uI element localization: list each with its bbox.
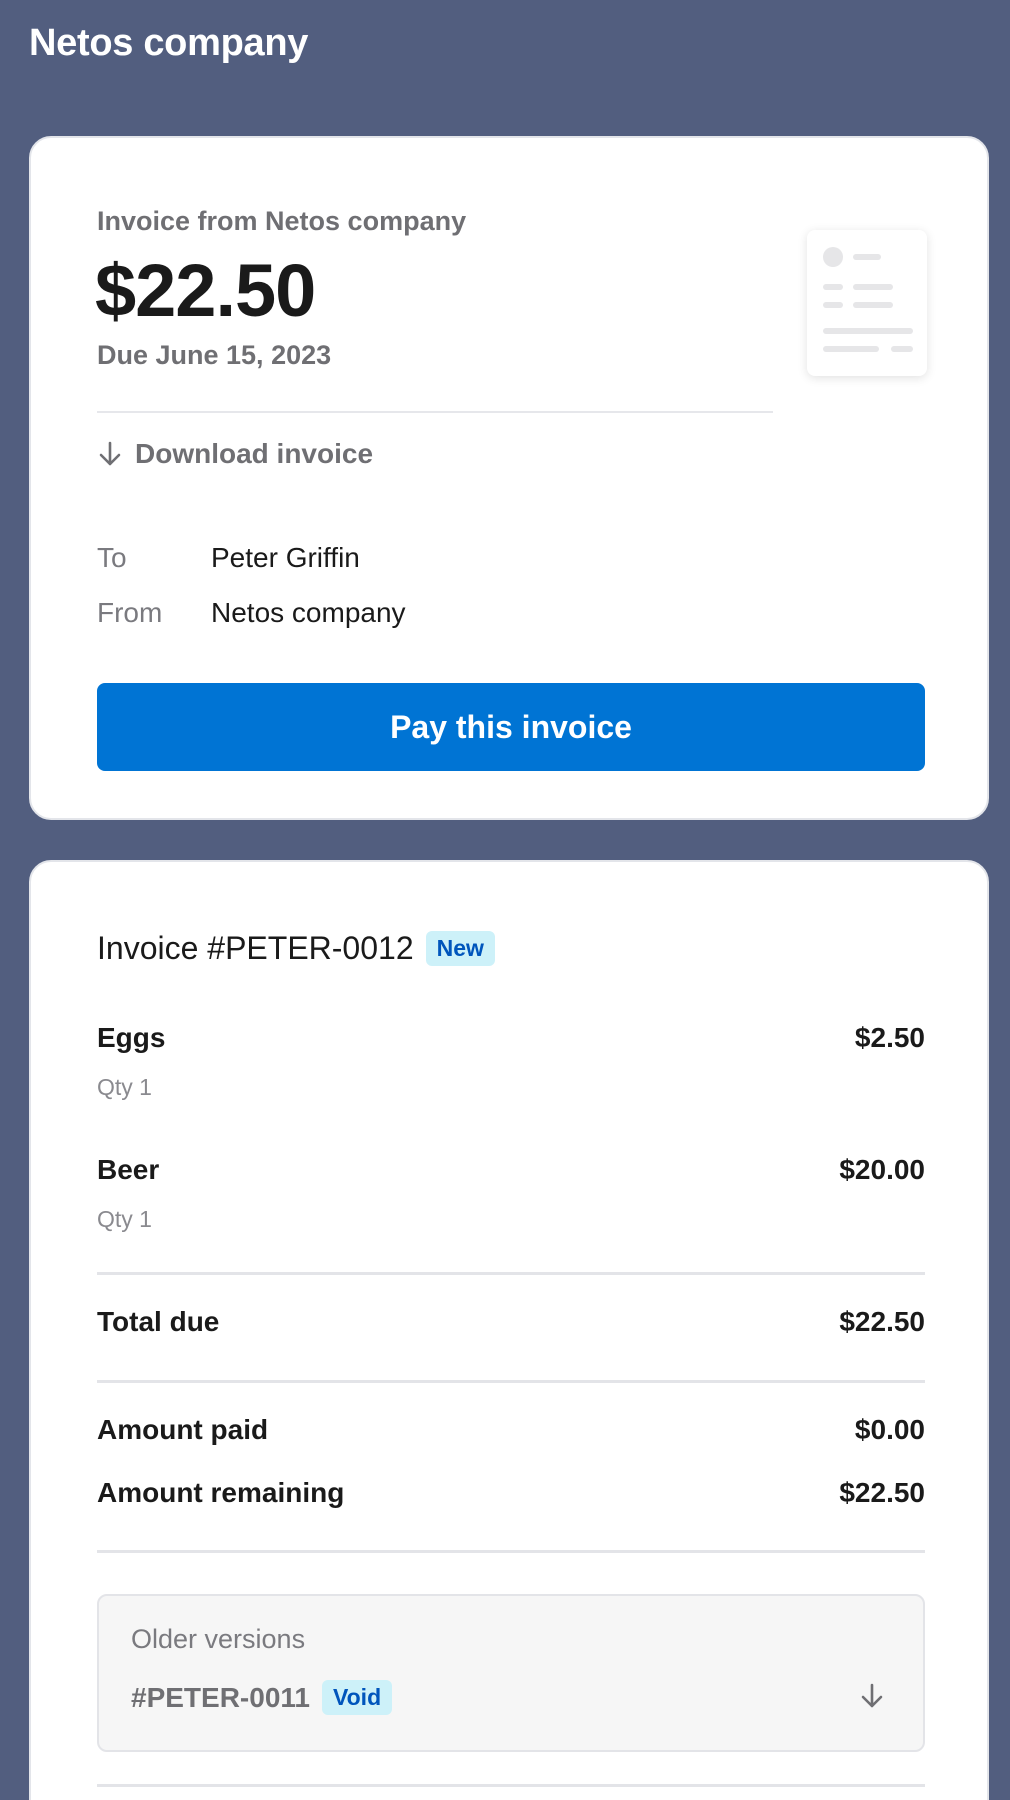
download-invoice-link[interactable]: Download invoice [97, 438, 373, 470]
amount-paid-label: Amount paid [97, 1414, 269, 1445]
invoice-from-label: Invoice from Netos company [97, 206, 467, 236]
summary-divider [97, 411, 773, 413]
line-item-name: Beer [97, 1154, 160, 1185]
older-versions-title: Older versions [131, 1624, 306, 1654]
download-invoice-label: Download invoice [135, 438, 374, 469]
invoice-details-card: Invoice #PETER-0012 New Eggs $2.50 Qty 1… [29, 860, 989, 1800]
older-versions-panel: Older versions #PETER-0011 Void [97, 1594, 925, 1752]
due-date: Due June 15, 2023 [97, 340, 332, 370]
total-due-row: Total due $22.50 [97, 1306, 925, 1338]
to-label: To [97, 542, 127, 573]
status-badge: New [425, 931, 495, 966]
arrow-down-icon [99, 441, 121, 466]
amount-paid-value: $0.00 [854, 1414, 925, 1445]
invoice-amount: $22.50 [95, 249, 316, 332]
line-item: Beer $20.00 Qty 1 [97, 1154, 925, 1233]
to-value: Peter Griffin [211, 542, 360, 573]
amount-remaining-row: Amount remaining $22.50 [97, 1477, 925, 1509]
amount-paid-row: Amount paid $0.00 [97, 1414, 925, 1446]
line-item-name: Eggs [97, 1022, 166, 1053]
older-version-id: #PETER-0011 [131, 1681, 310, 1713]
to-row: To Peter Griffin [97, 542, 360, 574]
invoice-title: Invoice #PETER-0012 New [97, 930, 495, 967]
remaining-divider [97, 1550, 925, 1553]
total-due-value: $22.50 [839, 1306, 925, 1337]
from-label: From [97, 597, 163, 628]
total-divider [97, 1380, 925, 1383]
arrow-down-icon [861, 1683, 883, 1708]
amount-remaining-label: Amount remaining [97, 1477, 345, 1508]
bottom-divider [97, 1784, 925, 1787]
line-item-price: $20.00 [839, 1154, 925, 1185]
invoice-document-icon [807, 230, 927, 376]
line-item-qty: Qty 1 [97, 1206, 152, 1232]
line-item-price: $2.50 [854, 1022, 925, 1053]
amount-remaining-value: $22.50 [839, 1477, 925, 1508]
void-badge: Void [322, 1680, 393, 1715]
company-name: Netos company [29, 22, 309, 64]
older-version-item: #PETER-0011 Void [131, 1680, 393, 1715]
from-row: From Netos company [97, 597, 406, 629]
items-divider [97, 1272, 925, 1275]
from-value: Netos company [211, 597, 406, 628]
line-item-qty: Qty 1 [97, 1074, 152, 1100]
invoice-number: Invoice #PETER-0012 [97, 930, 414, 966]
line-item: Eggs $2.50 Qty 1 [97, 1022, 925, 1101]
total-due-label: Total due [97, 1306, 220, 1337]
invoice-summary-card: Invoice from Netos company $22.50 Due Ju… [29, 136, 989, 820]
download-older-version-button[interactable] [859, 1682, 885, 1715]
pay-invoice-button[interactable]: Pay this invoice [97, 683, 925, 771]
